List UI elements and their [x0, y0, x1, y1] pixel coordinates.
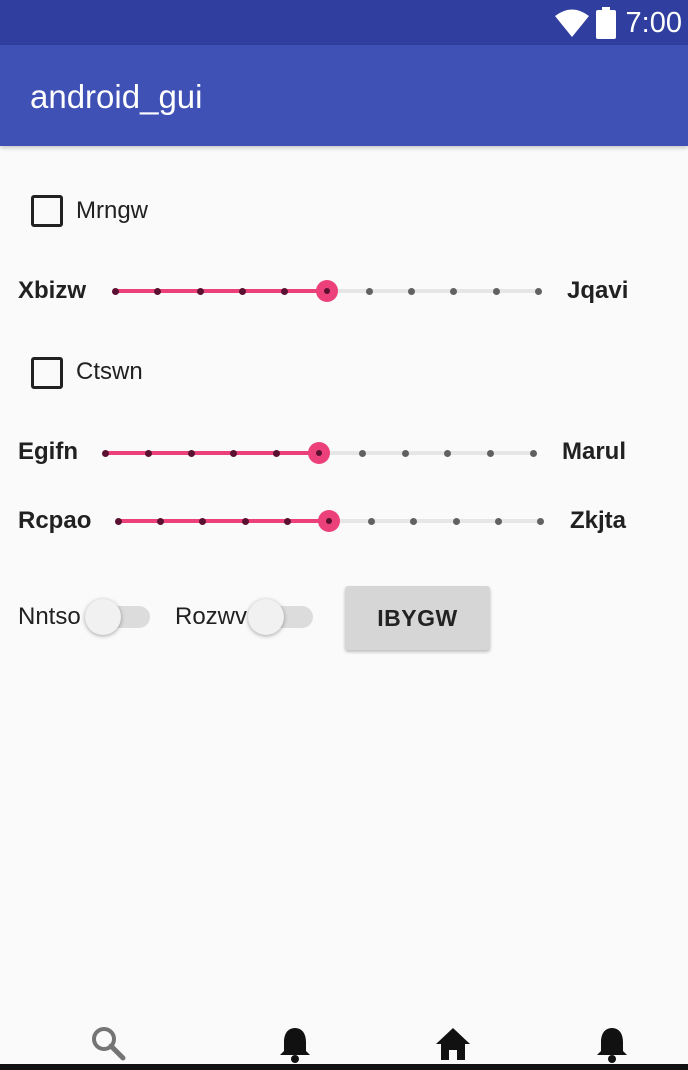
slider-tick	[230, 450, 238, 457]
status-time: 7:00	[625, 7, 682, 39]
slider-tick	[241, 518, 249, 525]
slider-xbizw-jqavi[interactable]	[112, 276, 542, 306]
slider-right-label-1: Jqavi	[567, 277, 629, 304]
slider-right-label-2: Marul	[562, 438, 627, 465]
search-icon[interactable]	[89, 1024, 129, 1064]
slider-tick	[144, 450, 152, 457]
slider-tick	[102, 450, 109, 457]
slider-egifn-marul[interactable]	[102, 438, 537, 468]
slider-rcpao-zkjta[interactable]	[115, 506, 544, 536]
slider-tick	[444, 450, 452, 457]
checkbox-label-ctswn[interactable]: Ctswn	[76, 358, 143, 386]
slider-tick	[196, 288, 204, 295]
slider-thumb[interactable]	[318, 510, 340, 532]
ibygw-button[interactable]: IBYGW	[345, 586, 490, 650]
slider-thumb[interactable]	[308, 442, 330, 464]
slider-tick	[410, 518, 418, 525]
switch-nntso[interactable]	[85, 599, 121, 635]
bottom-nav	[0, 1010, 688, 1070]
slider-fill	[105, 451, 319, 455]
battery-icon	[596, 7, 616, 39]
slider-tick	[450, 288, 458, 295]
slider-left-label-3: Rcpao	[18, 507, 92, 534]
slider-fill	[115, 289, 327, 293]
app-title: android_gui	[30, 78, 203, 115]
home-icon[interactable]	[433, 1024, 473, 1064]
switch-rozwv[interactable]	[248, 599, 284, 635]
slider-left-label-1: Xbizw	[18, 277, 87, 304]
slider-tick	[530, 450, 537, 457]
bell-icon[interactable]	[275, 1024, 315, 1064]
slider-tick	[365, 288, 373, 295]
slider-tick	[115, 518, 122, 525]
switch-label-rozwv: Rozwv	[175, 603, 248, 630]
status-bar: 7:00	[0, 0, 688, 45]
slider-tick	[368, 518, 376, 525]
nav-bar-edge	[0, 1064, 688, 1070]
slider-tick	[487, 450, 495, 457]
slider-tick	[408, 288, 416, 295]
slider-tick	[154, 288, 162, 295]
slider-tick	[358, 450, 366, 457]
slider-fill	[118, 519, 329, 523]
slider-right-label-3: Zkjta	[570, 507, 627, 534]
slider-tick	[401, 450, 409, 457]
slider-tick	[187, 450, 195, 457]
slider-tick	[535, 288, 542, 295]
slider-tick	[492, 288, 500, 295]
slider-thumb[interactable]	[315, 280, 338, 302]
slider-tick	[238, 288, 246, 295]
slider-tick	[283, 518, 291, 525]
slider-tick	[112, 288, 119, 295]
checkbox-ctswn[interactable]	[31, 357, 63, 389]
app-bar: android_gui	[0, 45, 688, 146]
slider-tick	[281, 288, 289, 295]
slider-left-label-2: Egifn	[18, 438, 78, 465]
slider-tick	[494, 518, 502, 525]
slider-tick	[199, 518, 207, 525]
switch-label-nntso: Nntso	[18, 603, 81, 630]
wifi-icon	[555, 9, 589, 37]
slider-tick	[537, 518, 544, 525]
checkbox-mrngw[interactable]	[31, 195, 63, 227]
bell-icon[interactable]	[592, 1024, 632, 1064]
slider-tick	[452, 518, 460, 525]
slider-tick	[157, 518, 165, 525]
checkbox-label-mrngw[interactable]: Mrngw	[76, 197, 148, 225]
slider-tick	[273, 450, 281, 457]
